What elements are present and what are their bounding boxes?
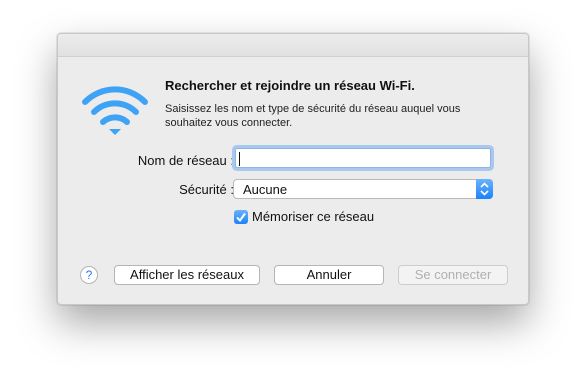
remember-network-checkbox[interactable] (234, 210, 248, 224)
text-caret (239, 152, 240, 166)
dialog-description: Saisissez les nom et type de sécurité du… (165, 103, 461, 129)
show-networks-button[interactable]: Afficher les réseaux (114, 265, 260, 285)
remember-network-label[interactable]: Mémoriser ce réseau (252, 209, 374, 224)
help-icon[interactable]: ? (80, 266, 98, 284)
network-name-label: Nom de réseau : (137, 153, 234, 168)
up-down-chevron-icon (476, 179, 493, 199)
wifi-icon (82, 86, 148, 135)
dialog-heading: Rechercher et rejoindre un réseau Wi-Fi. (165, 78, 415, 93)
checkmark-icon (236, 212, 246, 223)
cancel-button[interactable]: Annuler (274, 265, 384, 285)
join-wifi-dialog: Rechercher et rejoindre un réseau Wi-Fi.… (57, 33, 529, 305)
security-select-value: Aucune (243, 182, 288, 197)
security-select[interactable]: Aucune (233, 179, 493, 199)
title-bar[interactable] (58, 34, 528, 57)
security-label: Sécurité : (179, 182, 234, 197)
network-name-input[interactable] (235, 148, 491, 168)
connect-button[interactable]: Se connecter (398, 265, 508, 285)
